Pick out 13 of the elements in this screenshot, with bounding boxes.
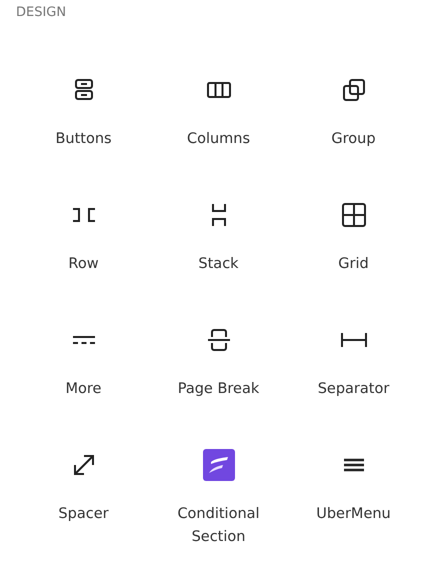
- page-break-icon: [206, 329, 230, 351]
- separator-icon: [340, 332, 366, 348]
- row-icon: [72, 207, 96, 223]
- columns-icon: [206, 81, 230, 99]
- section-title: DESIGN: [16, 4, 66, 21]
- app-logo-icon: [202, 449, 234, 481]
- stack-icon: [210, 203, 226, 227]
- menu-icon: [344, 458, 364, 472]
- grid-icon: [342, 203, 366, 227]
- buttons-icon: [74, 78, 94, 102]
- diagonal-arrow-icon: [72, 454, 94, 476]
- overlapping-squares-icon: [342, 79, 364, 101]
- dashed-lines-icon: [72, 335, 96, 345]
